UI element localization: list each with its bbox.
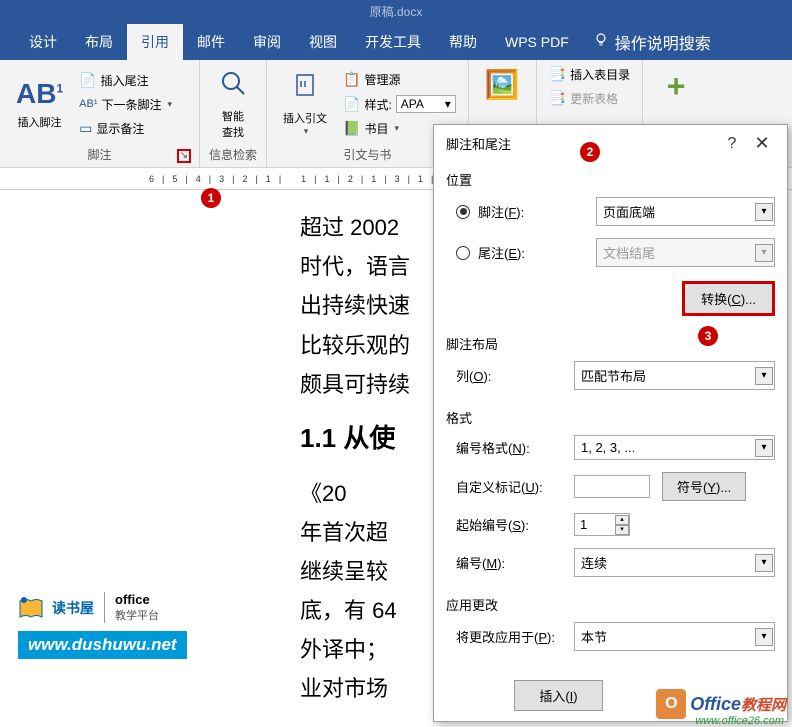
dushuwu-url: www.dushuwu.net: [18, 631, 187, 659]
ribbon-group-research: 智能 查找 信息检索: [200, 60, 267, 167]
insert-citation-button[interactable]: 插入引文 ▾: [275, 64, 335, 144]
show-notes-icon: ▭: [79, 120, 92, 137]
endnote-radio-label: 尾注(E):: [478, 243, 596, 262]
chevron-down-icon: ▾: [394, 123, 399, 134]
tell-me-label: 操作说明搜索: [615, 30, 711, 54]
bibliography-icon: 📗: [343, 120, 360, 137]
show-notes-button[interactable]: ▭ 显示备注: [75, 118, 176, 139]
chevron-down-icon: ▾: [755, 244, 773, 262]
endnote-icon: 📄: [79, 72, 96, 89]
dialog-titlebar: 脚注和尾注 ? ✕: [434, 125, 787, 160]
citation-icon: [291, 71, 319, 106]
watermark-dushuwu: 读书屋 office 教学平台 www.dushuwu.net: [18, 592, 187, 659]
dialog-close-button[interactable]: ✕: [747, 133, 777, 154]
document-filename: 原稿.docx: [370, 5, 423, 19]
mark-entry-button[interactable]: +: [651, 64, 701, 113]
plus-icon: +: [667, 68, 686, 105]
spinner-down-icon[interactable]: ▾: [615, 525, 629, 535]
custom-mark-label: 自定义标记(U):: [456, 477, 574, 496]
convert-button[interactable]: 转换(C)...: [682, 281, 775, 316]
tell-me-search[interactable]: 操作说明搜索: [593, 30, 711, 54]
manage-sources-icon: 📋: [343, 71, 360, 88]
annotation-badge-2: 2: [580, 142, 600, 162]
dushuwu-sub: 教学平台: [115, 607, 159, 623]
manage-sources-button[interactable]: 📋 管理源: [339, 69, 460, 90]
search-icon: [219, 69, 247, 104]
footnotes-dialog-launcher[interactable]: ↘: [177, 149, 191, 163]
section-apply-changes: 应用更改: [446, 589, 775, 622]
endnote-position-select: 文档结尾 ▾: [596, 238, 775, 267]
toc-icon: 📑: [549, 66, 566, 83]
chevron-down-icon: ▾: [755, 554, 773, 572]
footnote-position-select[interactable]: 页面底端 ▾: [596, 197, 775, 226]
chevron-down-icon: ▾: [755, 439, 773, 457]
dialog-help-button[interactable]: ?: [717, 135, 747, 153]
symbol-button[interactable]: 符号(Y)...: [662, 472, 746, 501]
group-label-footnotes: 脚注: [87, 148, 111, 162]
office26-suffix: 教程网: [741, 694, 786, 715]
office26-icon: O: [656, 689, 686, 719]
insert-footnote-button[interactable]: AB1 插入脚注: [8, 64, 71, 144]
section-position: 位置: [446, 164, 775, 197]
tab-layout[interactable]: 布局: [71, 24, 127, 60]
endnote-radio[interactable]: [456, 246, 470, 260]
footnote-icon: AB1: [16, 78, 63, 110]
annotation-badge-1: 1: [201, 188, 221, 208]
tab-devtools[interactable]: 开发工具: [351, 24, 435, 60]
smart-lookup-button[interactable]: 智能 查找: [208, 64, 258, 144]
caption-icon: 🖼️: [485, 68, 520, 101]
tab-wpspdf[interactable]: WPS PDF: [491, 26, 583, 58]
lightbulb-icon: [593, 32, 609, 53]
number-format-select[interactable]: 1, 2, 3, ... ▾: [574, 435, 775, 460]
dushuwu-brand: 读书屋: [52, 598, 94, 618]
section-format: 格式: [446, 402, 775, 435]
numbering-select[interactable]: 连续 ▾: [574, 548, 775, 577]
annotation-badge-3: 3: [698, 326, 718, 346]
group-label-research: 信息检索: [208, 144, 258, 165]
style-icon: 📄: [343, 96, 360, 113]
office26-brand: Office: [690, 694, 741, 715]
insert-endnote-button[interactable]: 📄 插入尾注: [75, 70, 176, 91]
apply-to-label: 将更改应用于(P):: [456, 627, 574, 646]
office26-url: www.office26.com: [695, 715, 784, 727]
footnote-endnote-dialog: 脚注和尾注 ? ✕ 位置 脚注(F): 页面底端 ▾ 尾注(E): 文档结尾 ▾…: [433, 124, 788, 722]
section-footnote-layout: 脚注布局: [446, 328, 775, 361]
tab-view[interactable]: 视图: [295, 24, 351, 60]
chevron-down-icon: ▾: [304, 126, 309, 137]
insert-caption-button[interactable]: 🖼️: [477, 64, 528, 109]
footnote-radio[interactable]: [456, 205, 470, 219]
start-at-spinner[interactable]: 1 ▴▾: [574, 513, 630, 536]
tab-references[interactable]: 引用: [127, 24, 183, 60]
spinner-up-icon[interactable]: ▴: [615, 515, 629, 525]
chevron-down-icon: ▾: [168, 99, 173, 110]
start-at-label: 起始编号(S):: [456, 515, 574, 534]
columns-label: 列(O):: [456, 366, 574, 385]
book-icon: [18, 597, 42, 619]
update-table-button[interactable]: 📑 更新表格: [545, 88, 634, 109]
chevron-down-icon: ▾: [755, 628, 773, 646]
tab-review[interactable]: 审阅: [239, 24, 295, 60]
numbering-label: 编号(M):: [456, 553, 574, 572]
next-footnote-icon: AB¹: [79, 98, 97, 110]
insert-button[interactable]: 插入(I): [514, 680, 602, 711]
update-icon: 📑: [549, 90, 566, 107]
dushuwu-office: office: [115, 592, 159, 607]
tab-mailings[interactable]: 邮件: [183, 24, 239, 60]
number-format-label: 编号格式(N):: [456, 438, 574, 457]
ribbon-tabs: 设计 布局 引用 邮件 审阅 视图 开发工具 帮助 WPS PDF 操作说明搜索: [0, 24, 792, 60]
chevron-down-icon: ▾: [755, 203, 773, 221]
next-footnote-button[interactable]: AB¹ 下一条脚注 ▾: [75, 94, 176, 115]
custom-mark-input[interactable]: [574, 475, 650, 498]
ribbon-group-footnotes: AB1 插入脚注 📄 插入尾注 AB¹ 下一条脚注 ▾ ▭ 显示备注: [0, 60, 200, 167]
chevron-down-icon: ▾: [755, 367, 773, 385]
tab-help[interactable]: 帮助: [435, 24, 491, 60]
apply-to-select[interactable]: 本节 ▾: [574, 622, 775, 651]
columns-select[interactable]: 匹配节布局 ▾: [574, 361, 775, 390]
footnote-radio-label: 脚注(F):: [478, 202, 596, 221]
tab-design[interactable]: 设计: [15, 24, 71, 60]
titlebar: 原稿.docx: [0, 0, 792, 24]
insert-toc-button[interactable]: 📑 插入表目录: [545, 64, 634, 85]
style-selector[interactable]: 📄 样式: APA▾: [339, 93, 460, 115]
